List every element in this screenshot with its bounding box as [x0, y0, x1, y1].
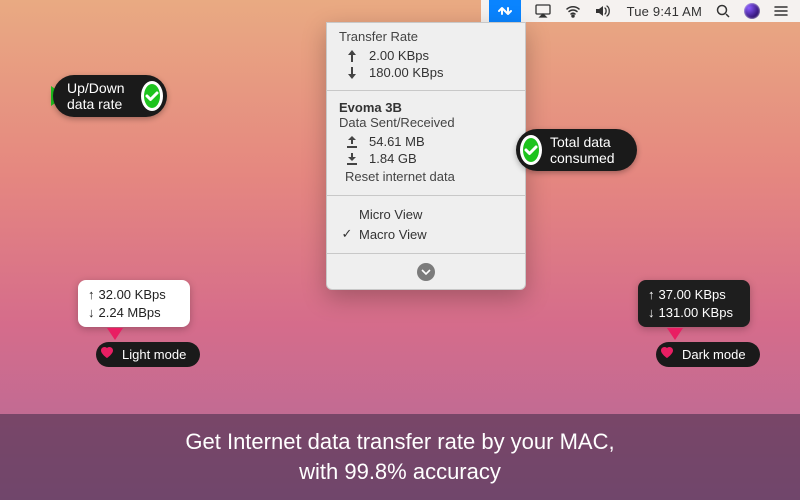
check-icon — [141, 81, 163, 111]
upload-rate-row: 2.00 KBps — [339, 47, 513, 64]
callout-total: Total data consumed — [516, 140, 528, 160]
notification-center-icon[interactable] — [774, 0, 788, 22]
menubar-clock[interactable]: Tue 9:41 AM — [627, 0, 702, 22]
upload-icon — [345, 136, 359, 148]
download-rate-row: 180.00 KBps — [339, 64, 513, 81]
menubar-app-icon[interactable] — [489, 0, 521, 22]
separator — [327, 195, 525, 196]
download-rate-value: 180.00 KBps — [369, 65, 443, 80]
heart-icon — [100, 346, 114, 363]
macro-view-option[interactable]: ✓ Macro View — [339, 224, 513, 244]
callout-total-label: Total data consumed — [550, 134, 623, 166]
light-mode-label: Light mode — [122, 347, 186, 362]
arrow-up-icon: ↑ — [648, 286, 655, 304]
dark-down-value: 131.00 KBps — [659, 304, 733, 322]
download-icon — [345, 153, 359, 165]
airplay-icon[interactable] — [535, 0, 551, 22]
data-sent-row: 54.61 MB — [339, 133, 513, 150]
light-up-value: 32.00 KBps — [99, 286, 166, 304]
macro-view-label: Macro View — [359, 227, 427, 242]
caption-line1: Get Internet data transfer rate by your … — [185, 427, 614, 457]
caption-line2: with 99.8% accuracy — [185, 457, 614, 487]
dark-up-value: 37.00 KBps — [659, 286, 726, 304]
siri-icon[interactable] — [744, 0, 760, 22]
checkmark-icon: ✓ — [341, 226, 353, 242]
light-down-value: 2.24 MBps — [99, 304, 161, 322]
data-sent-value: 54.61 MB — [369, 134, 425, 149]
callout-pill: Total data consumed — [516, 129, 637, 171]
transfer-rate-title: Transfer Rate — [339, 29, 513, 44]
callout-light-mode: Light mode — [96, 342, 200, 367]
data-sent-received-title: Data Sent/Received — [339, 115, 513, 130]
pointer-down-icon — [107, 328, 123, 340]
arrow-down-icon: ↓ — [648, 304, 655, 322]
data-received-row: 1.84 GB — [339, 150, 513, 167]
rate-widget-dark: ↑37.00 KBps ↓131.00 KBps — [638, 280, 750, 327]
arrow-down-icon — [345, 67, 359, 79]
network-name: Evoma 3B — [339, 100, 513, 115]
expand-chevron-icon[interactable] — [417, 263, 435, 281]
micro-view-option[interactable]: Micro View — [339, 205, 513, 224]
pointer-down-icon — [667, 328, 683, 340]
arrow-up-icon — [345, 50, 359, 62]
rate-widget-light: ↑32.00 KBps ↓2.24 MBps — [78, 280, 190, 327]
separator — [327, 90, 525, 91]
arrow-down-icon: ↓ — [88, 304, 95, 322]
status-dropdown: Transfer Rate 2.00 KBps 180.00 KBps Evom… — [326, 22, 526, 290]
upload-rate-value: 2.00 KBps — [369, 48, 429, 63]
dark-mode-label: Dark mode — [682, 347, 746, 362]
check-icon — [520, 135, 542, 165]
volume-icon[interactable] — [595, 0, 613, 22]
marketing-caption: Get Internet data transfer rate by your … — [0, 414, 800, 500]
spotlight-icon[interactable] — [716, 0, 730, 22]
menubar: Tue 9:41 AM — [481, 0, 800, 22]
data-received-value: 1.84 GB — [369, 151, 417, 166]
callout-updown-label: Up/Down data rate — [67, 80, 133, 112]
callout-updown: Up/Down data rate — [53, 86, 65, 106]
wifi-icon[interactable] — [565, 0, 581, 22]
heart-icon — [660, 346, 674, 363]
reset-data-button[interactable]: Reset internet data — [339, 167, 513, 186]
separator — [327, 253, 525, 254]
micro-view-label: Micro View — [359, 207, 422, 222]
arrow-up-icon: ↑ — [88, 286, 95, 304]
callout-pill: Up/Down data rate — [53, 75, 167, 117]
callout-dark-mode: Dark mode — [656, 342, 760, 367]
